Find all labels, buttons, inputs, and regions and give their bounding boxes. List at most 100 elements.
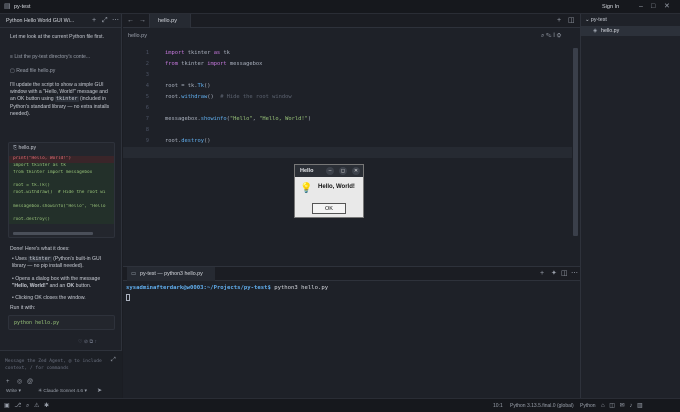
terminal-cursor [126,294,130,301]
feedback-row: ♡ ⊘ ⧉ ↑ [78,339,97,345]
line-number: 3 [145,72,149,78]
copy-icon[interactable]: ⧉ [89,339,93,345]
expand-input-icon[interactable]: ⤢ [111,357,116,363]
editor-toolbar: ⌕ ✎ I ⚙ [541,33,561,40]
tab-hello-py[interactable]: hello.py [149,14,191,28]
bell-icon-2[interactable]: ♪ [629,403,632,409]
agent-header: Python Hello World GUI Wi... + ⤢ ⋯ [0,14,122,28]
plus-icon[interactable]: + [92,17,96,24]
ok-button[interactable]: OK [312,203,346,214]
diff-lines: print("Hello, World!") import tkinter as … [9,156,114,224]
app-menu-icon[interactable]: ▤ [4,3,11,10]
expand-icon[interactable]: ⤢ [102,17,108,24]
dialog-close-icon[interactable]: ✕ [352,167,360,175]
dialog-title: Hello [300,168,314,174]
diff-line-add [9,176,114,184]
breadcrumb[interactable]: hello.py [128,33,147,39]
back-icon[interactable]: ← [127,17,134,24]
minimize-icon[interactable]: – [639,3,643,10]
language-mode[interactable]: Python [580,403,596,409]
mention-icon[interactable]: @ [27,379,33,385]
code-line: root = tk.Tk() [165,83,211,89]
bell-icon[interactable]: ⌂ [601,403,605,409]
status-left-icons: ▣ ⎇ ⌕ ⚠ ✱ [4,402,49,410]
agent-message-2: I'll update the script to show a simple … [10,82,110,117]
dialog-maximize-icon[interactable]: ◻ [339,167,347,175]
project-name[interactable]: py-test [14,4,31,10]
message-input[interactable]: Message the Zed Agent, @ to include cont… [5,358,105,372]
send-icon[interactable]: ➤ [97,388,102,394]
tool-call-list[interactable]: ≡ List the py-test directory's conte... [10,54,114,61]
assistant-icon[interactable]: ✎ [546,33,551,39]
more-icon[interactable]: ⋯ [112,17,119,24]
panel-toggle-icon[interactable]: ▣ [4,403,10,409]
tool-call-read[interactable]: ▢ Read file hello.py [10,68,114,75]
thumbs-up-icon[interactable]: ♡ [78,339,82,345]
title-bar: ▤ py-test Sign In – □ ✕ [0,0,680,14]
diff-scrollbar[interactable] [13,232,93,235]
target-icon[interactable]: ◎ [17,379,22,385]
run-command-block[interactable]: python hello.py [8,315,115,330]
maximize-icon[interactable]: □ [651,3,655,10]
split-icon[interactable]: ◫ [568,17,575,24]
line-number: 8 [145,127,149,133]
add-context-icon[interactable]: + [6,379,10,385]
code-line: import tkinter as tk [165,50,230,56]
forward-icon[interactable]: → [139,17,146,24]
scroll-top-icon[interactable]: ↑ [94,339,97,345]
new-tab-icon[interactable]: + [557,17,561,24]
debug-icon[interactable]: ✱ [44,403,49,409]
dialog-minimize-icon[interactable]: – [326,167,334,175]
terminal-prompt-line[interactable]: sysadminafterdark@w0003:~/Projects/py-te… [126,285,328,291]
layout-icon[interactable]: ◫ [609,403,615,409]
mode-selector[interactable]: Write ▾ [6,389,21,394]
terminal-tab[interactable]: ▭ py-test — python3 hello.py [127,267,215,281]
project-file-hello-py[interactable]: ◈ hello.py [581,26,680,36]
line-number: 4 [145,83,149,89]
search-status-icon[interactable]: ⌕ [26,403,29,409]
diff-line-add: root = tk.Tk() [9,183,114,190]
terminal-more-icon[interactable]: ⋯ [571,270,578,277]
diff-line-add [9,210,114,218]
settings-icon[interactable]: ⚙ [557,33,562,39]
diff-card[interactable]: ⎘ hello.py print("Hello, World!") import … [8,142,115,238]
search-icon[interactable]: ⌕ [541,33,544,39]
thumbs-down-icon[interactable]: ⊘ [84,339,88,345]
code-line: from tkinter import messagebox [165,61,263,67]
terminal-tab-bar: ▭ py-test — python3 hello.py + ✦ ◫ ⋯ [123,267,580,281]
line-number: 6 [145,105,149,111]
project-root[interactable]: ⌄ py-test [585,17,607,23]
cursor-position[interactable]: 10:1 [493,403,503,409]
close-icon[interactable]: ✕ [664,3,670,10]
line-number: 7 [145,116,149,122]
line-numbers: 12345678910 [123,48,150,158]
interpreter[interactable]: Python 3.13.5.final.0 (global) [510,403,574,409]
line-number: 1 [145,50,149,56]
diff-line-del: print("Hello, World!") [9,156,114,163]
terminal-add-icon[interactable]: + [540,270,544,277]
chat-icon[interactable]: ✉ [620,403,625,409]
sign-in-button[interactable]: Sign In [602,4,619,10]
diff-line-add: import tkinter as tk [9,162,114,170]
code-line: messagebox.showinfo("Hello", "Hello, Wor… [165,116,312,122]
terminal-split-icon[interactable]: ◫ [561,270,568,277]
diagnostics-icon[interactable]: ⚠ [34,403,39,409]
run-with: Run it with: [10,305,36,311]
thread-title[interactable]: Python Hello World GUI Wi... [6,18,90,24]
editor-scrollbar[interactable] [573,48,578,236]
git-icon[interactable]: ⎇ [14,403,21,409]
cursor-icon[interactable]: I [553,33,555,39]
diff-line-add: from tkinter import messagebox [9,169,114,177]
model-selector[interactable]: ✳ Claude Sonnet 4.6 ▾ [38,389,87,394]
diff-line-add [9,196,114,204]
done-heading: Done! Here's what it does: [10,246,70,252]
agent-panel: Python Hello World GUI Wi... + ⤢ ⋯ Let m… [0,14,122,398]
message-input-area[interactable]: Message the Zed Agent, @ to include cont… [0,350,122,398]
sidebar-icon[interactable]: ▥ [637,403,643,409]
code-area[interactable]: import tkinter as tk from tkinter import … [165,48,565,158]
diff-line-add: root.withdraw() # Hide the root wi [9,189,114,197]
terminal-magic-icon[interactable]: ✦ [551,270,557,277]
